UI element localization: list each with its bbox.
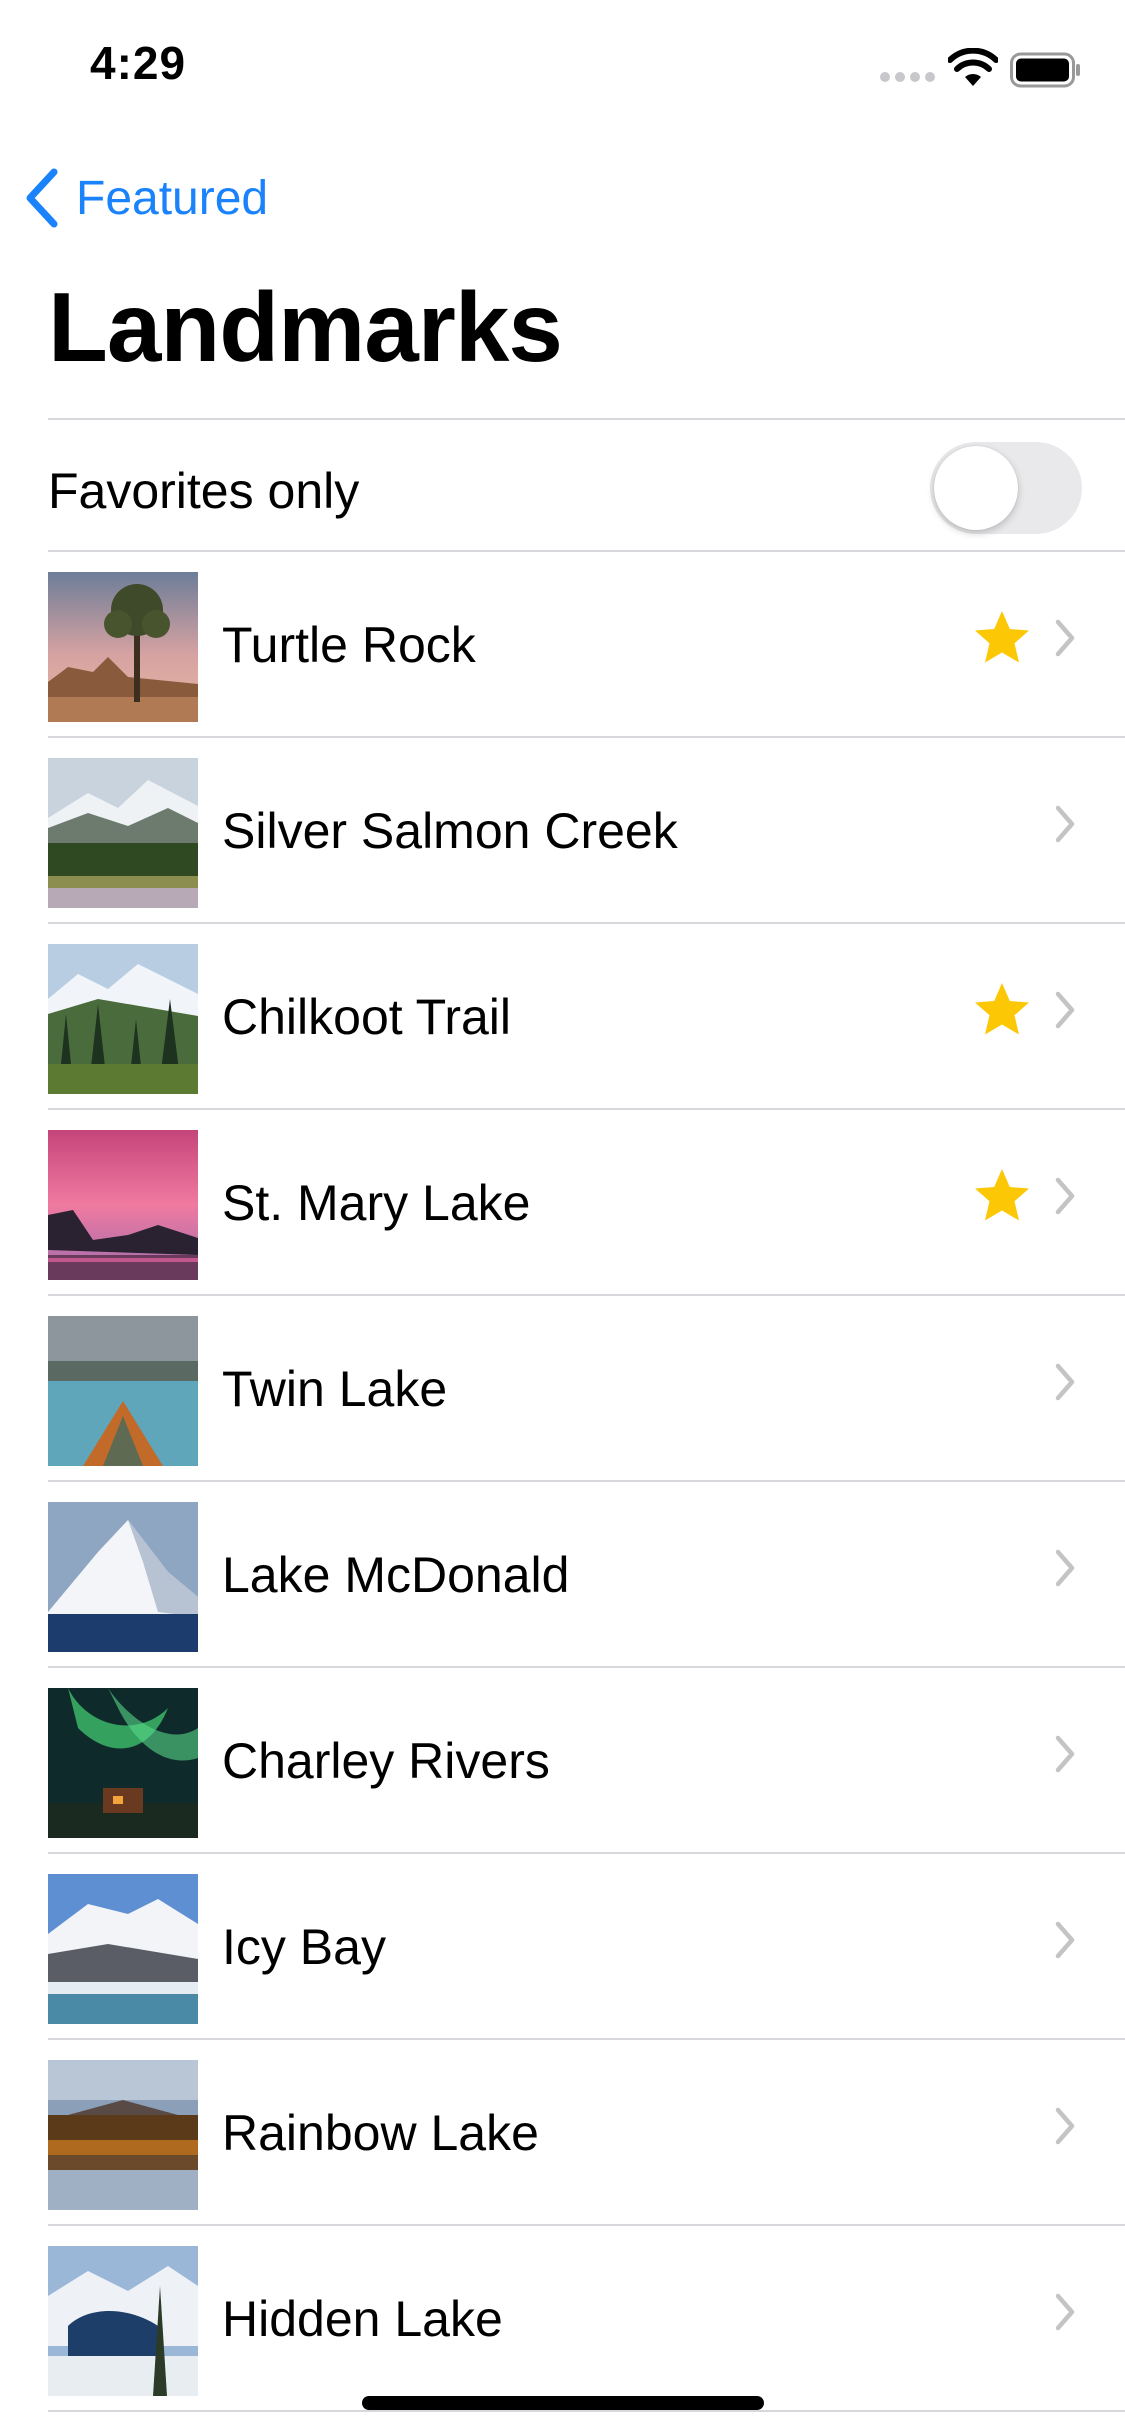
battery-icon xyxy=(1010,52,1080,88)
favorite-star-icon xyxy=(975,611,1029,663)
chevron-right-icon xyxy=(1055,1549,1075,1587)
landmark-name: Silver Salmon Creek xyxy=(222,803,678,859)
landmark-row[interactable]: Lake McDonald xyxy=(0,1482,1125,1666)
landmark-thumbnail xyxy=(48,758,198,908)
favorites-toggle-label: Favorites only xyxy=(48,463,360,519)
cellular-signal-icon xyxy=(880,72,936,84)
landmark-row[interactable]: Hidden Lake xyxy=(0,2226,1125,2410)
landmark-name: Chilkoot Trail xyxy=(222,989,511,1045)
status-bar: 4:29 xyxy=(0,0,1125,132)
status-time: 4:29 xyxy=(90,37,187,89)
chevron-left-icon xyxy=(26,168,58,228)
landmark-name: Twin Lake xyxy=(222,1361,448,1417)
favorites-toggle[interactable] xyxy=(930,442,1082,534)
landmark-thumbnail xyxy=(48,1130,198,1280)
chevron-right-icon xyxy=(1055,619,1075,657)
landmark-list: Favorites only Turtle Rock Silver Salmon … xyxy=(0,418,1125,2412)
back-button-label: Featured xyxy=(76,171,269,225)
landmark-row[interactable]: Twin Lake xyxy=(0,1296,1125,1480)
chevron-right-icon xyxy=(1055,1177,1075,1215)
home-indicator xyxy=(362,2396,764,2410)
landmark-name: Hidden Lake xyxy=(222,2291,503,2347)
landmark-name: Icy Bay xyxy=(222,1919,386,1975)
landmark-thumbnail xyxy=(48,1502,198,1652)
chevron-right-icon xyxy=(1055,1735,1075,1773)
landmark-row[interactable]: Silver Salmon Creek xyxy=(0,738,1125,922)
landmark-thumbnail xyxy=(48,1688,198,1838)
landmark-row[interactable]: Chilkoot Trail xyxy=(0,924,1125,1108)
landmark-name: Charley Rivers xyxy=(222,1733,550,1789)
favorite-star-icon xyxy=(975,983,1029,1035)
landmark-name: St. Mary Lake xyxy=(222,1175,531,1231)
chevron-right-icon xyxy=(1055,2107,1075,2145)
divider xyxy=(48,2410,1125,2412)
landmark-row[interactable]: Charley Rivers xyxy=(0,1668,1125,1852)
landmark-thumbnail xyxy=(48,1316,198,1466)
landmark-thumbnail xyxy=(48,2246,198,2396)
landmark-row[interactable]: Turtle Rock xyxy=(0,552,1125,736)
landmark-name: Turtle Rock xyxy=(222,617,476,673)
landmark-name: Rainbow Lake xyxy=(222,2105,539,2161)
back-button[interactable]: Featured xyxy=(22,165,268,231)
chevron-right-icon xyxy=(1055,1921,1075,1959)
landmark-name: Lake McDonald xyxy=(222,1547,570,1603)
chevron-right-icon xyxy=(1055,991,1075,1029)
favorites-filter-row: Favorites only xyxy=(0,420,1125,550)
chevron-right-icon xyxy=(1055,805,1075,843)
toggle-knob xyxy=(934,446,1018,530)
landmark-thumbnail xyxy=(48,1874,198,2024)
chevron-right-icon xyxy=(1055,2293,1075,2331)
landmark-thumbnail xyxy=(48,2060,198,2210)
wifi-icon xyxy=(948,48,998,86)
landmark-row[interactable]: St. Mary Lake xyxy=(0,1110,1125,1294)
landmark-thumbnail xyxy=(48,944,198,1094)
chevron-right-icon xyxy=(1055,1363,1075,1401)
landmark-thumbnail xyxy=(48,572,198,722)
landmark-row[interactable]: Icy Bay xyxy=(0,1854,1125,2038)
favorite-star-icon xyxy=(975,1169,1029,1221)
landmark-row[interactable]: Rainbow Lake xyxy=(0,2040,1125,2224)
page-title: Landmarks xyxy=(48,272,563,382)
